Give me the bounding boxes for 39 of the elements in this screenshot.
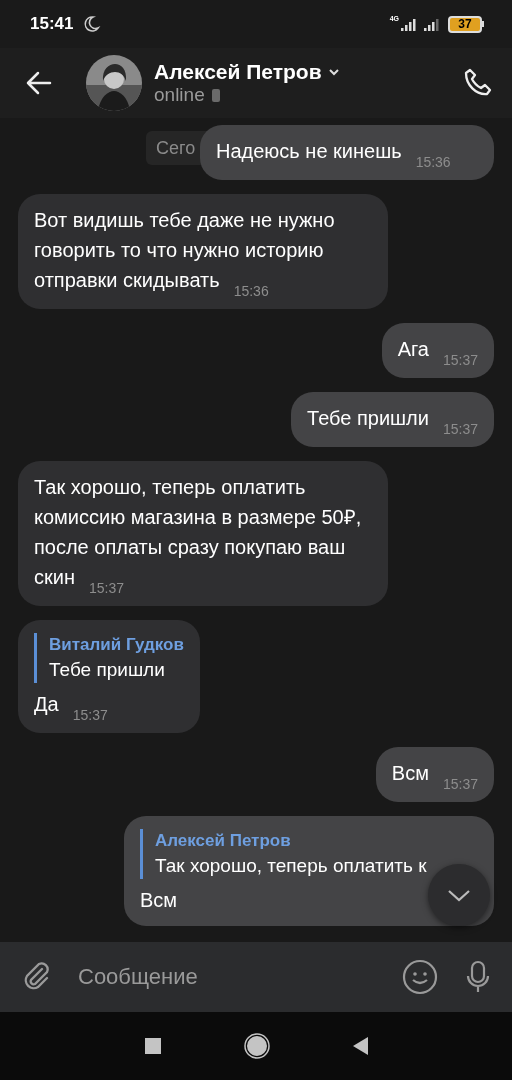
contact-name[interactable]: Алексей Петров	[154, 60, 322, 84]
message-time: 15:36	[415, 155, 451, 169]
quote-text: Так хорошо, теперь оплатить к	[155, 854, 428, 878]
quoted-message[interactable]: Виталий Гудков Тебе пришли	[34, 633, 184, 683]
signal-icon	[400, 16, 417, 32]
message-input[interactable]: Сообщение	[76, 956, 376, 998]
phone-device-icon	[210, 87, 221, 103]
chevron-down-icon	[447, 888, 471, 902]
quote-author: Виталий Гудков	[49, 634, 184, 656]
microphone-button[interactable]	[464, 960, 492, 994]
battery-icon: 37	[448, 15, 484, 33]
microphone-icon	[464, 960, 492, 994]
signal-icon	[423, 16, 440, 32]
emoji-button[interactable]	[402, 959, 438, 995]
moon-icon	[81, 14, 102, 34]
home-button[interactable]	[243, 1033, 270, 1059]
message-composer[interactable]: Сообщение	[0, 942, 512, 1012]
quote-text: Тебе пришли	[49, 658, 166, 682]
message-time: 15:37	[72, 708, 108, 722]
message-time: 15:37	[88, 581, 124, 595]
chevron-down-icon	[327, 67, 340, 77]
message-text: Всм	[391, 762, 429, 784]
quote-author: Алексей Петров	[155, 830, 291, 852]
recents-button[interactable]	[143, 1037, 162, 1055]
square-icon	[143, 1037, 162, 1055]
circle-icon	[243, 1033, 270, 1059]
message-text: Да	[34, 693, 59, 715]
clock-time: 15:41	[30, 14, 74, 34]
triangle-icon	[351, 1036, 369, 1056]
online-status: online	[154, 84, 205, 106]
message-time: 15:37	[442, 353, 478, 367]
message-time: 15:37	[442, 777, 478, 791]
message-text: Тебе пришли	[307, 407, 429, 429]
message-text: Всм	[140, 889, 178, 911]
message-text: Ага	[397, 338, 429, 360]
message-time: 15:36	[233, 284, 269, 298]
back-nav-button[interactable]	[351, 1036, 369, 1056]
message-time: 15:37	[442, 422, 478, 436]
smiley-icon	[402, 959, 438, 995]
